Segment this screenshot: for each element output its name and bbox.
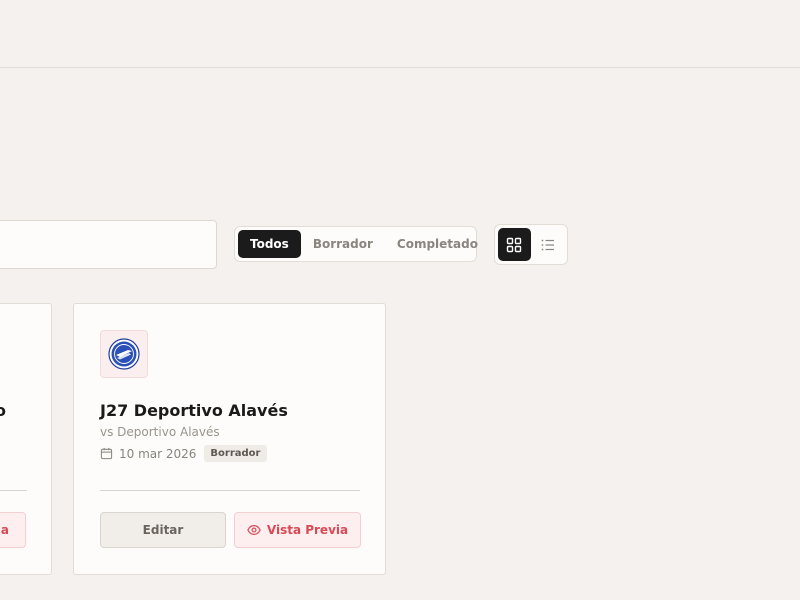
grid-view-button[interactable]	[498, 228, 531, 261]
preview-button[interactable]: a	[0, 512, 26, 548]
card-title: J27 Deportivo Alavés	[100, 401, 288, 420]
card-date: 10 mar 2026	[119, 446, 197, 461]
list-icon	[541, 239, 554, 250]
view-toggle-group	[494, 224, 568, 265]
list-view-button[interactable]	[532, 228, 565, 261]
preview-button-label: Vista Previa	[266, 523, 349, 537]
card-title: o	[0, 401, 6, 420]
team-logo	[100, 330, 148, 378]
grid-icon	[507, 237, 522, 252]
top-bar	[0, 0, 800, 68]
filter-completado-button[interactable]: Completado	[385, 230, 490, 258]
card-divider	[0, 490, 27, 491]
eye-icon	[247, 525, 261, 535]
match-card: J27 Deportivo Alavés vs Deportivo Alavés…	[73, 303, 386, 575]
search-input[interactable]	[0, 220, 217, 269]
edit-button[interactable]: Editar	[100, 512, 226, 548]
filter-borrador-button[interactable]: Borrador	[301, 230, 385, 258]
team-crest-icon	[108, 338, 140, 370]
card-meta: 10 mar 2026 Borrador	[100, 445, 267, 462]
calendar-icon	[100, 447, 113, 460]
filter-todos-button[interactable]: Todos	[238, 230, 301, 258]
preview-button[interactable]: Vista Previa	[234, 512, 361, 548]
status-badge: Borrador	[204, 445, 267, 462]
status-filter-group: Todos Borrador Completado	[234, 226, 478, 262]
card-subtitle: vs Deportivo Alavés	[100, 425, 220, 439]
card-divider	[100, 490, 360, 491]
match-card: o a	[0, 303, 52, 575]
